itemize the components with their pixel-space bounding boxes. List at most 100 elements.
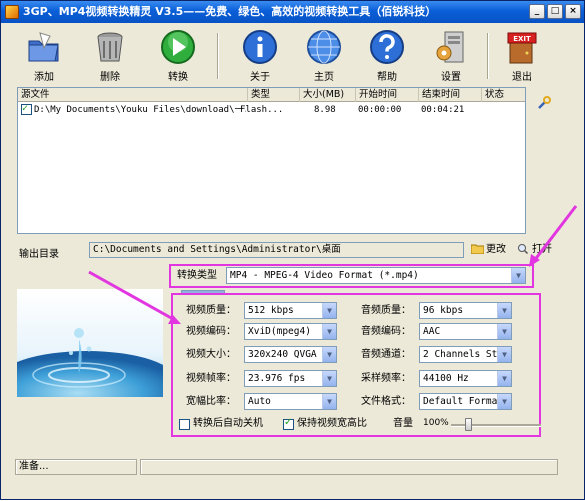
audio-channels-select[interactable]: 2 Channels Stere ▼	[419, 346, 512, 363]
help-icon	[369, 29, 405, 65]
add-label: 添加	[34, 72, 54, 83]
column-end-time[interactable]: 结束时间	[419, 88, 482, 102]
chevron-down-icon[interactable]: ▼	[322, 394, 336, 409]
chevron-down-icon[interactable]: ▼	[322, 347, 336, 362]
video-size-select[interactable]: 320x240 QVGA ▼	[244, 346, 337, 363]
chevron-down-icon[interactable]: ▼	[497, 394, 511, 409]
convert-button[interactable]: 转换	[153, 29, 203, 85]
video-size-value: 320x240 QVGA	[248, 349, 317, 360]
row-file-path: D:\My Documents\Youku Files\download\一..…	[34, 105, 246, 115]
file-format-value: Default Format	[423, 396, 504, 407]
chevron-down-icon[interactable]: ▼	[497, 371, 511, 386]
folder-icon	[471, 243, 484, 254]
open-dir-label: 打开	[532, 244, 552, 255]
convert-type-label: 转换类型	[177, 270, 217, 281]
aspect-label: 宽幅比率：	[186, 396, 236, 407]
keep-aspect-label: 保持视频宽高比	[297, 418, 367, 429]
column-start-time[interactable]: 开始时间	[356, 88, 419, 102]
globe-icon	[306, 29, 342, 65]
chevron-down-icon[interactable]: ▼	[322, 303, 336, 318]
auto-shutdown-label: 转换后自动关机	[193, 418, 263, 429]
delete-label: 删除	[100, 72, 120, 83]
audio-codec-select[interactable]: AAC ▼	[419, 323, 512, 340]
toolbar: 添加 删除 转换 关于 主页 帮助 设置 EXIT 退出	[1, 23, 584, 87]
row-size: 8.98	[314, 105, 336, 115]
samplerate-select[interactable]: 44100 Hz ▼	[419, 370, 512, 387]
help-label: 帮助	[377, 72, 397, 83]
exit-label: 退出	[512, 72, 532, 83]
keep-aspect-checkbox[interactable]	[283, 417, 294, 430]
table-row[interactable]: D:\My Documents\Youku Files\download\一..…	[18, 102, 525, 117]
exit-button[interactable]: EXIT 退出	[497, 29, 547, 85]
delete-button[interactable]: 删除	[85, 29, 135, 85]
home-label: 主页	[314, 72, 334, 83]
row-checkbox[interactable]	[21, 102, 32, 116]
column-size[interactable]: 大小(MB)	[300, 88, 356, 102]
chevron-down-icon[interactable]: ▼	[322, 371, 336, 386]
progress-bar	[140, 459, 558, 475]
video-quality-select[interactable]: 512 kbps ▼	[244, 302, 337, 319]
open-dir-button[interactable]: 打开	[517, 243, 552, 257]
row-start: 00:00:00	[358, 105, 402, 115]
file-format-select[interactable]: Default Format ▼	[419, 393, 512, 410]
settings-label: 设置	[441, 72, 461, 83]
column-type[interactable]: 类型	[248, 88, 300, 102]
tools-icon[interactable]	[537, 96, 551, 110]
about-label: 关于	[250, 72, 270, 83]
maximize-button[interactable]: □	[547, 4, 563, 19]
audio-quality-select[interactable]: 96 kbps ▼	[419, 302, 512, 319]
video-codec-value: XviD(mpeg4)	[248, 326, 311, 337]
title-bar[interactable]: 3GP、MP4视频转换精灵 V3.5——免费、绿色、高效的视频转换工具（佰锐科技…	[1, 1, 584, 23]
samplerate-value: 44100 Hz	[423, 373, 469, 384]
add-folder-icon	[26, 29, 62, 65]
auto-shutdown-checkbox[interactable]	[179, 419, 190, 430]
volume-slider-thumb[interactable]	[465, 418, 472, 431]
samplerate-label: 采样频率：	[361, 373, 411, 384]
preview-image	[17, 289, 163, 397]
output-dir-field[interactable]: C:\Documents and Settings\Administrator\…	[89, 242, 464, 258]
chevron-down-icon[interactable]: ▼	[497, 324, 511, 339]
aspect-value: Auto	[248, 396, 271, 407]
audio-channels-label: 音频通道：	[361, 349, 411, 360]
settings-button[interactable]: 设置	[426, 29, 476, 85]
chevron-down-icon[interactable]: ▼	[511, 268, 525, 283]
audio-codec-value: AAC	[423, 326, 441, 337]
chevron-down-icon[interactable]: ▼	[497, 347, 511, 362]
row-type: Flash...	[240, 105, 284, 115]
column-status[interactable]: 状态	[482, 88, 525, 102]
convert-type-value: MP4 - MPEG-4 Video Format (*.mp4)	[230, 270, 419, 281]
exit-icon: EXIT	[504, 29, 540, 65]
about-button[interactable]: 关于	[235, 29, 285, 85]
video-size-label: 视频大小：	[186, 349, 236, 360]
convert-label: 转换	[168, 72, 188, 83]
volume-value: 100%	[423, 418, 449, 428]
file-list-header: 源文件 类型 大小(MB) 开始时间 结束时间 状态	[18, 88, 525, 102]
search-icon	[517, 243, 530, 254]
audio-quality-label: 音频质量：	[361, 305, 411, 316]
home-button[interactable]: 主页	[299, 29, 349, 85]
file-list[interactable]: 源文件 类型 大小(MB) 开始时间 结束时间 状态 D:\My Documen…	[17, 87, 526, 234]
change-dir-button[interactable]: 更改	[471, 243, 506, 257]
status-bar: 准备...	[1, 457, 584, 477]
main-window: 3GP、MP4视频转换精灵 V3.5——免费、绿色、高效的视频转换工具（佰锐科技…	[0, 0, 585, 500]
audio-codec-label: 音频编码：	[361, 326, 411, 337]
minimize-button[interactable]: _	[529, 4, 545, 19]
output-dir-label: 输出目录	[19, 249, 59, 260]
trash-icon	[92, 29, 128, 65]
aspect-select[interactable]: Auto ▼	[244, 393, 337, 410]
change-dir-label: 更改	[486, 244, 506, 255]
exit-sign-text: EXIT	[513, 35, 531, 43]
column-source-file[interactable]: 源文件	[18, 88, 248, 102]
add-button[interactable]: 添加	[19, 29, 69, 85]
app-icon	[5, 5, 19, 19]
chevron-down-icon[interactable]: ▼	[322, 324, 336, 339]
settings-icon	[433, 29, 469, 65]
play-icon	[160, 29, 196, 65]
video-codec-select[interactable]: XviD(mpeg4) ▼	[244, 323, 337, 340]
volume-label: 音量	[393, 418, 413, 429]
help-button[interactable]: 帮助	[362, 29, 412, 85]
convert-type-select[interactable]: MP4 - MPEG-4 Video Format (*.mp4) ▼	[226, 267, 526, 284]
video-fps-select[interactable]: 23.976 fps ▼	[244, 370, 337, 387]
close-button[interactable]: ×	[565, 4, 581, 19]
chevron-down-icon[interactable]: ▼	[497, 303, 511, 318]
